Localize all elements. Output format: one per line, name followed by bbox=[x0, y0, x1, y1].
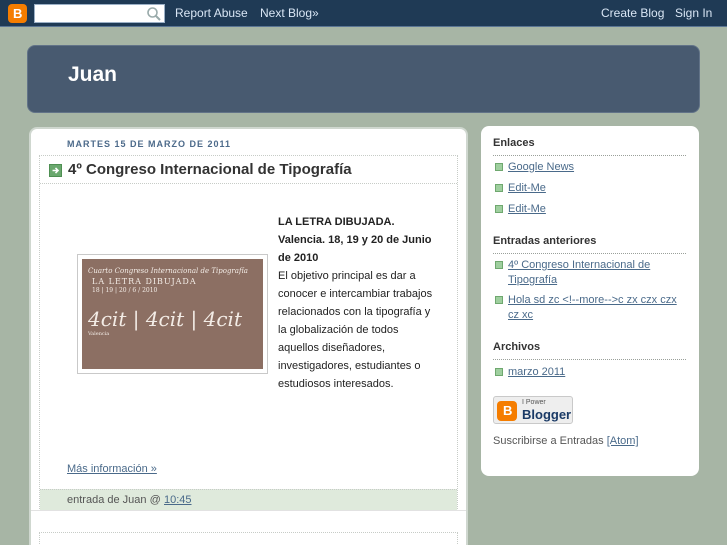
square-bullet-icon bbox=[495, 163, 503, 171]
post-heading: LA LETRA DIBUJADA. bbox=[278, 216, 395, 228]
sidebar-link-item[interactable]: Google News bbox=[495, 160, 685, 175]
image-text: 18 | 19 | 20 / 6 / 2010 bbox=[92, 287, 158, 294]
square-bullet-icon bbox=[495, 296, 503, 304]
post-paragraph: El objetivo principal es dar a conocer e… bbox=[278, 270, 433, 390]
sidebar: Enlaces Google News Edit-Me Edit-Me Entr… bbox=[481, 126, 699, 476]
previous-post-item[interactable]: 4º Congreso Internacional de Tipografía bbox=[495, 258, 685, 288]
subscribe-section: Suscribirse a Entradas [Atom] bbox=[493, 434, 639, 449]
post-image[interactable]: Cuarto Congreso Internacional de Tipogra… bbox=[77, 254, 268, 374]
post-subheading: Valencia. 18, 19 y 20 de Junio de 2010 bbox=[278, 234, 432, 264]
square-bullet-icon bbox=[495, 205, 503, 213]
divider bbox=[493, 253, 686, 254]
navbar: B Report Abuse Next Blog» Create Blog Si… bbox=[0, 0, 727, 27]
next-post bbox=[39, 532, 458, 545]
image-text: Cuarto Congreso Internacional de Tipogra… bbox=[88, 267, 248, 275]
post-title-row: 4º Congreso Internacional de Tipografía bbox=[40, 156, 457, 184]
blog-title[interactable]: Juan bbox=[68, 63, 117, 87]
divider bbox=[31, 510, 466, 511]
more-info-link[interactable]: Más información » bbox=[67, 463, 157, 475]
search-icon[interactable] bbox=[146, 6, 162, 22]
badge-blogger-text: Blogger bbox=[522, 407, 572, 422]
blogger-logo-icon[interactable]: B bbox=[8, 4, 27, 23]
sidebar-link[interactable]: Google News bbox=[508, 160, 685, 175]
image-text: Valencia bbox=[88, 331, 110, 337]
post-footer: entrada de Juan @ 10:45 bbox=[40, 489, 457, 510]
sidebar-link[interactable]: Edit-Me bbox=[508, 202, 685, 217]
post: 4º Congreso Internacional de Tipografía … bbox=[39, 155, 458, 511]
congress-poster-image: Cuarto Congreso Internacional de Tipogra… bbox=[82, 259, 263, 369]
post-body: LA LETRA DIBUJADA. Valencia. 18, 19 y 20… bbox=[278, 213, 438, 393]
sidebar-link-item[interactable]: Edit-Me bbox=[495, 202, 685, 217]
report-abuse-link[interactable]: Report Abuse bbox=[175, 6, 248, 20]
blogger-logo-letter: B bbox=[13, 6, 23, 21]
image-text: LA LETRA DIBUJADA bbox=[92, 277, 197, 286]
main-column: MARTES 15 DE MARZO DE 2011 4º Congreso I… bbox=[29, 127, 468, 545]
subscribe-text: Suscribirse a Entradas bbox=[493, 435, 604, 447]
square-bullet-icon bbox=[495, 261, 503, 269]
archives-heading: Archivos bbox=[493, 341, 541, 353]
post-permalink-time[interactable]: 10:45 bbox=[164, 494, 192, 506]
divider bbox=[493, 155, 686, 156]
archive-link[interactable]: marzo 2011 bbox=[508, 365, 685, 380]
sidebar-link[interactable]: Edit-Me bbox=[508, 181, 685, 196]
divider bbox=[493, 359, 686, 360]
sign-in-link[interactable]: Sign In bbox=[675, 6, 712, 20]
archive-item[interactable]: marzo 2011 bbox=[495, 365, 685, 380]
arrow-right-icon bbox=[49, 164, 62, 177]
image-text: 4cit | 4cit | 4cit bbox=[88, 307, 242, 331]
links-heading: Enlaces bbox=[493, 137, 535, 149]
previous-posts-heading: Entradas anteriores bbox=[493, 235, 597, 247]
blogger-logo-letter: B bbox=[503, 403, 513, 418]
blogger-logo-icon: B bbox=[497, 401, 517, 421]
powered-by-blogger-badge[interactable]: B I Power Blogger bbox=[493, 396, 573, 424]
square-bullet-icon bbox=[495, 184, 503, 192]
previous-post-link[interactable]: 4º Congreso Internacional de Tipografía bbox=[508, 258, 685, 288]
post-author-label: entrada de Juan @ bbox=[67, 494, 161, 506]
badge-power-text: I Power bbox=[522, 399, 546, 406]
previous-post-link[interactable]: Hola sd zc <!--more-->c zx czx czx cz xc bbox=[508, 293, 685, 323]
sidebar-link-item[interactable]: Edit-Me bbox=[495, 181, 685, 196]
square-bullet-icon bbox=[495, 368, 503, 376]
atom-feed-link[interactable]: [Atom] bbox=[607, 435, 639, 447]
previous-post-item[interactable]: Hola sd zc <!--more-->c zx czx czx cz xc bbox=[495, 293, 685, 323]
blog-header: Juan bbox=[27, 45, 700, 113]
search-input[interactable] bbox=[34, 4, 165, 23]
post-title[interactable]: 4º Congreso Internacional de Tipografía bbox=[68, 161, 352, 178]
post-date: MARTES 15 DE MARZO DE 2011 bbox=[67, 139, 232, 149]
create-blog-link[interactable]: Create Blog bbox=[601, 6, 664, 20]
next-blog-link[interactable]: Next Blog» bbox=[260, 6, 319, 20]
